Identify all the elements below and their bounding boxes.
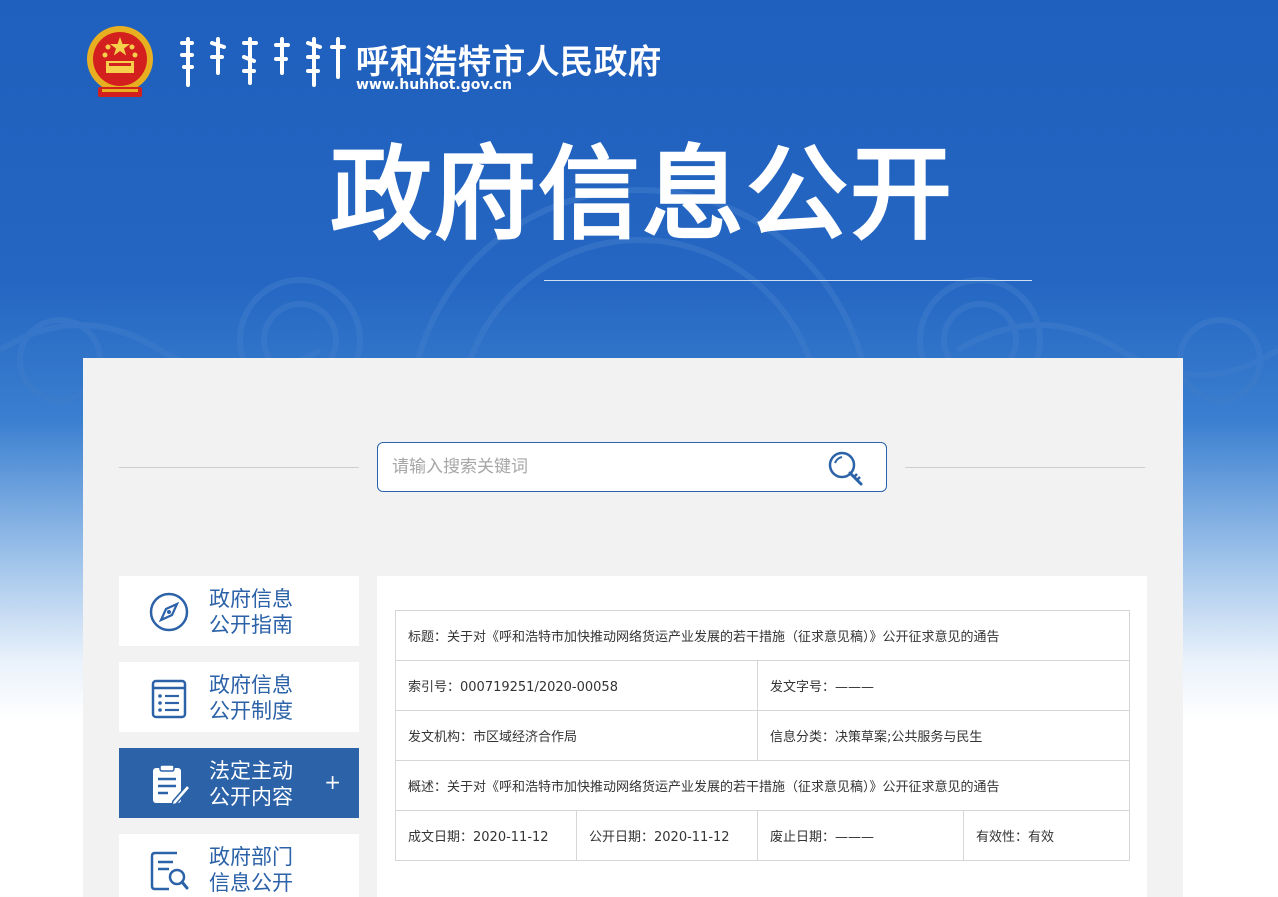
mongolian-script-logo xyxy=(180,37,346,87)
summary-cell: 概述：关于对《呼和浩特市加快推动网络货运产业发展的若干措施（征求意见稿）》公开征… xyxy=(394,760,1131,811)
issuer-cell: 发文机构：市区域经济合作局 xyxy=(395,710,758,761)
search-box xyxy=(377,442,887,492)
search-icon[interactable] xyxy=(824,448,868,488)
site-title[interactable]: 呼和浩特市人民政府 xyxy=(356,35,662,83)
search-right-divider xyxy=(905,467,1145,468)
index-cell: 索引号：000719251/2020-00058 xyxy=(395,660,758,711)
table-row: 标题：关于对《呼和浩特市加快推动网络货运产业发展的若干措施（征求意见稿）》公开征… xyxy=(394,610,1131,661)
table-row: 索引号：000719251/2020-00058 发文字号：——— xyxy=(395,660,1131,711)
sidebar-nav: 政府信息 公开指南 政府信息 公开制度 法定主动 公开内容 + 政府部门 信息公… xyxy=(119,576,359,897)
main-panel: 政府信息 公开指南 政府信息 公开制度 xyxy=(83,358,1183,897)
national-emblem-icon xyxy=(87,26,153,97)
search-input[interactable] xyxy=(392,452,812,482)
table-row: 成文日期：2020-11-12 公开日期：2020-11-12 废止日期：———… xyxy=(395,810,1131,861)
sidebar-item-label: 政府部门 信息公开 xyxy=(209,845,293,895)
document-info-table: 标题：关于对《呼和浩特市加快推动网络货运产业发展的若干措施（征求意见稿）》公开征… xyxy=(394,610,1131,861)
search-left-divider xyxy=(119,467,359,468)
sidebar-item-mandatory-content[interactable]: 法定主动 公开内容 + xyxy=(119,748,359,818)
site-url[interactable]: www.huhhot.gov.cn xyxy=(356,77,512,93)
document-list-icon xyxy=(151,679,187,719)
title-divider xyxy=(544,280,1032,281)
sidebar-item-label: 法定主动 公开内容 xyxy=(209,759,293,809)
table-row: 概述：关于对《呼和浩特市加快推动网络货运产业发展的若干措施（征求意见稿）》公开征… xyxy=(394,760,1131,811)
sidebar-item-label: 政府信息 公开制度 xyxy=(209,673,293,723)
document-search-icon xyxy=(150,851,189,891)
expand-icon[interactable]: + xyxy=(324,770,341,794)
clipboard-edit-icon xyxy=(153,764,191,805)
title-cell: 标题：关于对《呼和浩特市加快推动网络货运产业发展的若干措施（征求意见稿）》公开征… xyxy=(394,610,1131,661)
category-cell: 信息分类：决策草案;公共服务与民生 xyxy=(756,710,1131,761)
table-row: 发文机构：市区域经济合作局 信息分类：决策草案;公共服务与民生 xyxy=(395,710,1131,761)
site-header: 呼和浩特市人民政府 www.huhhot.gov.cn xyxy=(84,25,784,105)
sidebar-item-system[interactable]: 政府信息 公开制度 xyxy=(119,662,359,732)
written-date-cell: 成文日期：2020-11-12 xyxy=(395,810,577,861)
page-title: 政府信息公开 xyxy=(330,136,954,255)
validity-cell: 有效性：有效 xyxy=(962,810,1131,861)
document-info-card: 标题：关于对《呼和浩特市加快推动网络货运产业发展的若干措施（征求意见稿）》公开征… xyxy=(377,576,1147,897)
sidebar-item-label: 政府信息 公开指南 xyxy=(209,587,293,637)
compass-icon xyxy=(149,592,189,632)
sidebar-item-guide[interactable]: 政府信息 公开指南 xyxy=(119,576,359,646)
published-date-cell: 公开日期：2020-11-12 xyxy=(576,810,758,861)
doc-number-cell: 发文字号：——— xyxy=(756,660,1131,711)
sidebar-item-department[interactable]: 政府部门 信息公开 xyxy=(119,834,359,897)
abolished-date-cell: 废止日期：——— xyxy=(757,810,964,861)
